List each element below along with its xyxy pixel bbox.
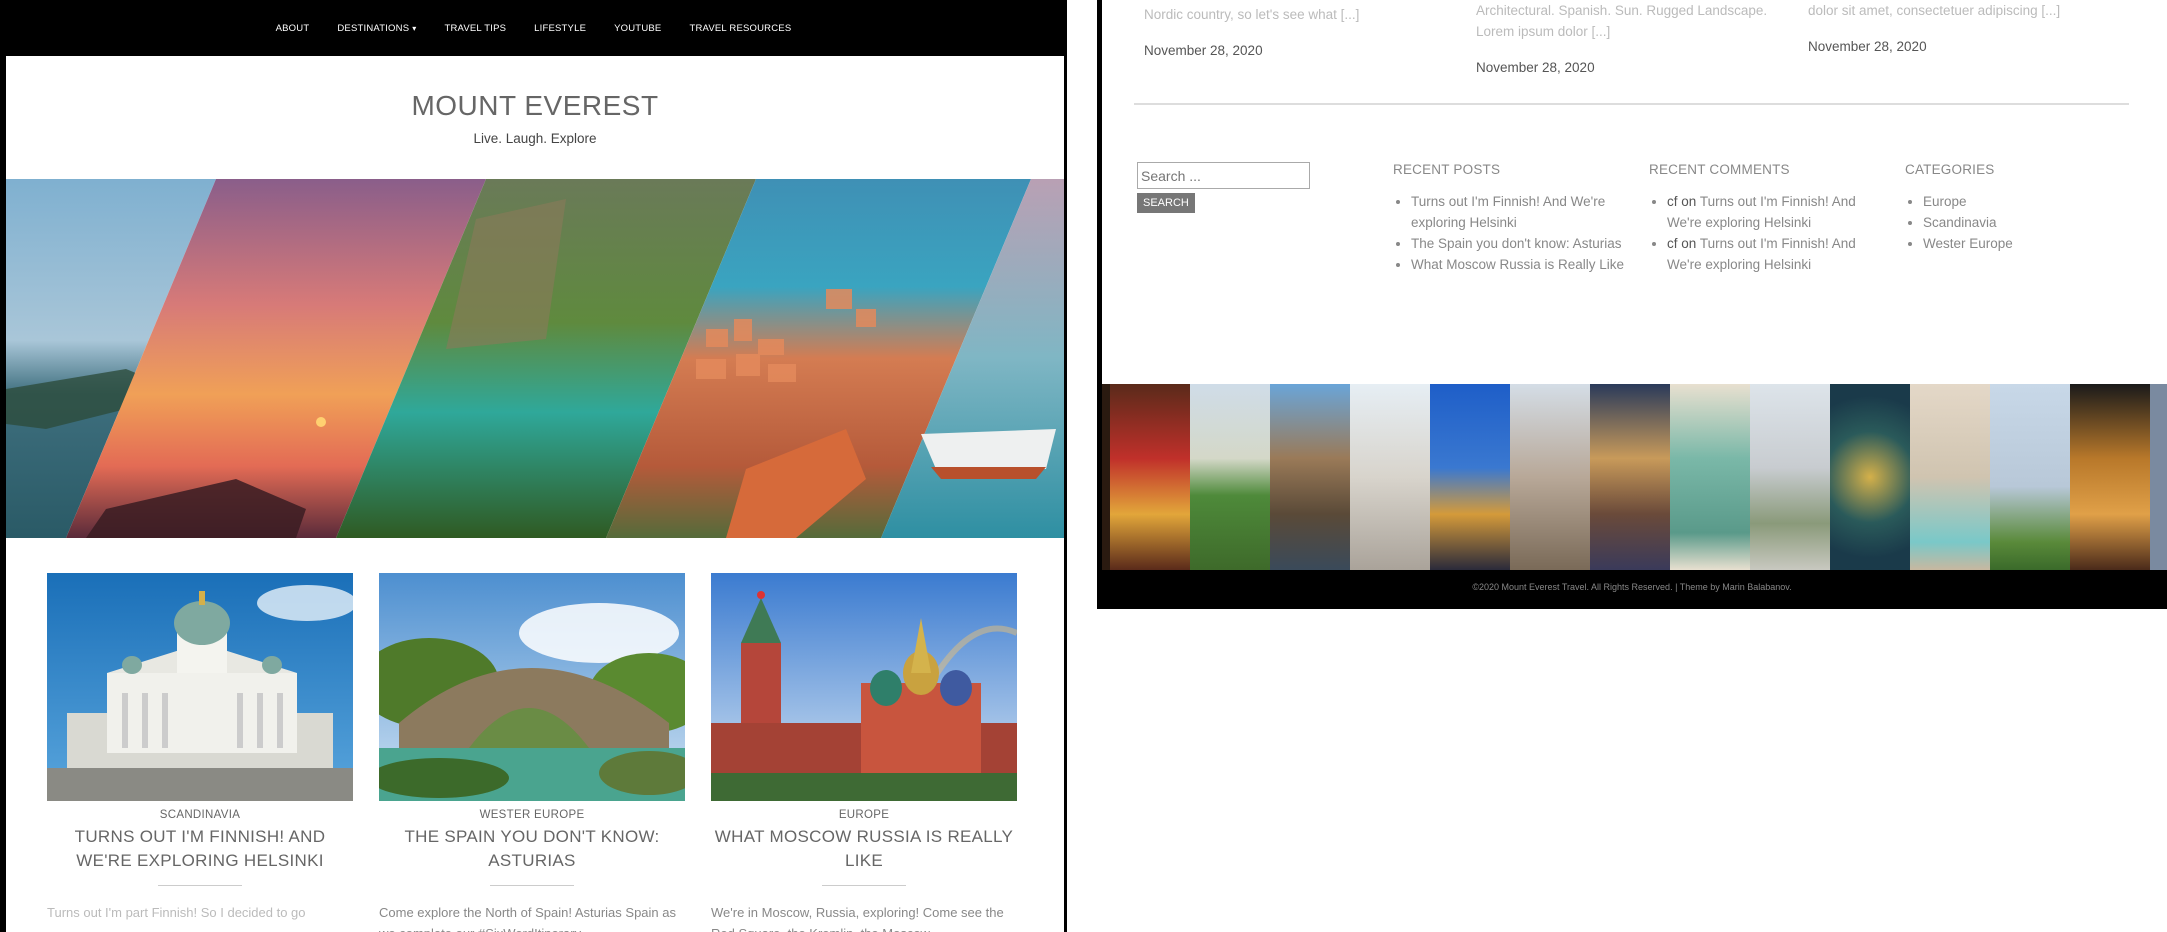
post-card: WESTER EUROPE THE SPAIN YOU DON'T KNOW: …: [379, 573, 685, 932]
helsinki-cathedral-image: [47, 573, 353, 801]
nav-item-youtube[interactable]: YOUTUBE: [614, 23, 661, 34]
hero-banner: [6, 179, 1064, 538]
nav-item-destinations[interactable]: DESTINATIONS ▾: [337, 23, 416, 34]
footer-widgets-area: Nordic country, so let's see what [...] …: [1102, 0, 2167, 384]
widget-title: RECENT POSTS: [1393, 162, 1501, 177]
nav-item-destinations-label: DESTINATIONS: [337, 22, 410, 34]
recent-comment: cf on Turns out I'm Finnish! And We're e…: [1667, 191, 1884, 233]
park-avenue-tile: [1190, 384, 1270, 570]
paris-view-tile: [1750, 384, 1830, 570]
landmark-tile: [1102, 384, 1110, 570]
post-thumbnail[interactable]: [379, 573, 685, 801]
post-category[interactable]: WESTER EUROPE: [379, 809, 685, 821]
post-excerpt: Nordic country, so let's see what [...]: [1144, 7, 1360, 22]
widget-title: RECENT COMMENTS: [1649, 162, 1790, 177]
moscow-red-square-image: [711, 573, 1017, 801]
site-footer: ©2020 Mount Everest Travel. All Rights R…: [1472, 582, 1792, 592]
post-snippet: dolor sit amet, consectetuer adipiscing …: [1808, 0, 2108, 54]
colosseum-tile: [2070, 384, 2150, 570]
divider: [1134, 103, 2129, 105]
recent-comment: cf on Turns out I'm Finnish! And We're e…: [1667, 233, 1884, 275]
nav-item-travel-resources[interactable]: TRAVEL RESOURCES: [689, 23, 791, 34]
post-excerpt: dolor sit amet, consectetuer adipiscing …: [1808, 3, 2061, 18]
post-snippet: Architectural. Spanish. Sun. Rugged Land…: [1476, 0, 1786, 75]
recent-post-link[interactable]: Turns out I'm Finnish! And We're explori…: [1411, 191, 1628, 233]
asturias-bridge-image: [379, 573, 685, 801]
title-divider: [822, 885, 906, 886]
big-ben-tile: [1590, 384, 1670, 570]
post-excerpt: Come explore the North of Spain! Asturia…: [379, 905, 676, 932]
search-input[interactable]: [1137, 162, 1310, 189]
post-excerpt: Turns out I'm part Finnish! So I decided…: [47, 905, 306, 920]
page-content: MOUNT EVEREST Live. Laugh. Explore SCAND…: [6, 56, 1064, 932]
trevi-fountain-tile: [1910, 384, 1990, 570]
brooklyn-bridge-tile: [1430, 384, 1510, 570]
post-category[interactable]: EUROPE: [711, 809, 1017, 821]
post-date[interactable]: November 28, 2020: [1808, 39, 2108, 54]
vittoriano-tile: [1350, 384, 1430, 570]
recent-posts-widget: RECENT POSTS Turns out I'm Finnish! And …: [1393, 162, 1628, 275]
title-divider: [490, 885, 574, 886]
category-link[interactable]: Scandinavia: [1923, 212, 2105, 233]
nav-item-travel-tips[interactable]: TRAVEL TIPS: [444, 23, 506, 34]
post-title[interactable]: WHAT MOSCOW RUSSIA IS REALLY LIKE: [711, 825, 1017, 873]
post-excerpt: Architectural. Spanish. Sun. Rugged Land…: [1476, 3, 1768, 39]
recent-comments-widget: RECENT COMMENTS cf on Turns out I'm Finn…: [1649, 162, 1884, 275]
post-title[interactable]: TURNS OUT I'M FINNISH! AND WE'RE EXPLORI…: [47, 825, 353, 873]
left-screenshot: ABOUT DESTINATIONS ▾ TRAVEL TIPS LIFESTYL…: [0, 0, 1067, 932]
post-excerpt: We're in Moscow, Russia, exploring! Come…: [711, 905, 1004, 932]
widget-title: CATEGORIES: [1905, 162, 1995, 177]
recent-post-link[interactable]: What Moscow Russia is Really Like: [1411, 254, 1628, 275]
post-date[interactable]: November 28, 2020: [1144, 43, 1444, 58]
tower-bridge-tile: [1270, 384, 1350, 570]
category-link[interactable]: Europe: [1923, 191, 2105, 212]
nav-item-lifestyle[interactable]: LIFESTYLE: [534, 23, 586, 34]
landmarks-photo-strip: [1102, 384, 2167, 570]
recent-post-link[interactable]: The Spain you don't know: Asturias: [1411, 233, 1628, 254]
main-nav: ABOUT DESTINATIONS ▾ TRAVEL TIPS LIFESTYL…: [0, 0, 1067, 56]
greek-column-tile: [1510, 384, 1590, 570]
chevron-down-icon: ▾: [412, 23, 417, 33]
site-title[interactable]: MOUNT EVEREST: [6, 90, 1064, 122]
post-title[interactable]: THE SPAIN YOU DON'T KNOW: ASTURIAS: [379, 825, 685, 873]
comment-on: on: [1681, 236, 1697, 251]
post-date[interactable]: November 28, 2020: [1476, 60, 1786, 75]
right-screenshot: Nordic country, so let's see what [...] …: [1097, 0, 2167, 609]
comment-on: on: [1681, 194, 1697, 209]
landmark-tile: [2150, 384, 2167, 570]
categories-widget: CATEGORIES Europe Scandinavia Wester Eur…: [1905, 162, 2105, 254]
site-tagline: Live. Laugh. Explore: [473, 131, 597, 146]
phone-booth-tile: [1110, 384, 1190, 570]
title-divider: [158, 885, 242, 886]
comment-post-link[interactable]: Turns out I'm Finnish! And We're explori…: [1667, 194, 1856, 230]
post-thumbnail[interactable]: [47, 573, 353, 801]
post-thumbnail[interactable]: [711, 573, 1017, 801]
post-category[interactable]: SCANDINAVIA: [47, 809, 353, 821]
eiffel-tower-tile: [1990, 384, 2070, 570]
hero-collage-image: [6, 179, 1064, 538]
comment-author[interactable]: cf: [1667, 236, 1678, 251]
astronomical-clock-tile: [1830, 384, 1910, 570]
statue-of-liberty-tile: [1670, 384, 1750, 570]
search-button[interactable]: SEARCH: [1137, 193, 1195, 213]
post-card: EUROPE WHAT MOSCOW RUSSIA IS REALLY LIKE…: [711, 573, 1017, 932]
comment-author[interactable]: cf: [1667, 194, 1678, 209]
nav-item-about[interactable]: ABOUT: [276, 23, 310, 34]
comment-post-link[interactable]: Turns out I'm Finnish! And We're explori…: [1667, 236, 1856, 272]
post-card: SCANDINAVIA TURNS OUT I'M FINNISH! AND W…: [47, 573, 353, 923]
post-snippet: Nordic country, so let's see what [...] …: [1144, 4, 1444, 58]
category-link[interactable]: Wester Europe: [1923, 233, 2105, 254]
